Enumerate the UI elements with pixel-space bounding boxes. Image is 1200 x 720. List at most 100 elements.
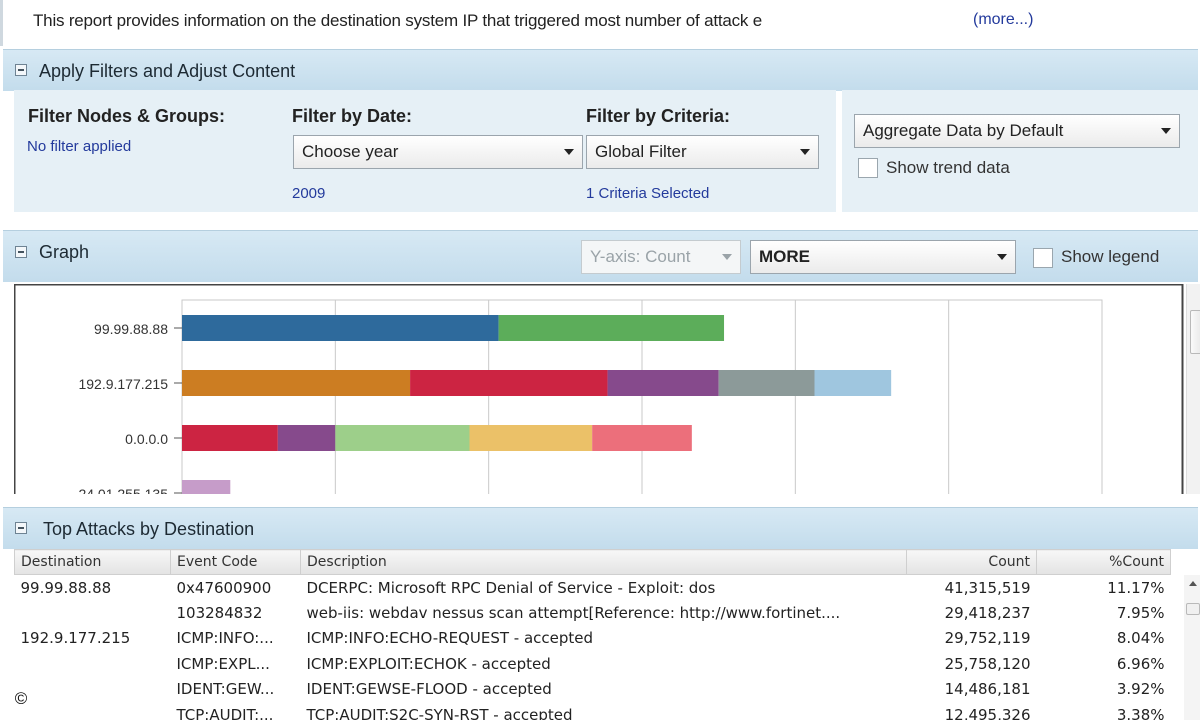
more-link[interactable]: (more...): [973, 11, 1033, 29]
filter-criteria-label: Filter by Criteria:: [586, 106, 731, 126]
cell-count: 12,495,326: [944, 705, 1031, 720]
bar-segment: [469, 425, 593, 451]
attacks-table: Destination Event Code Description Count…: [14, 549, 1171, 720]
chevron-down-icon: [722, 254, 732, 260]
column-header-count[interactable]: Count: [906, 549, 1037, 575]
table-scrollbar[interactable]: [1184, 575, 1200, 720]
chevron-down-icon: [800, 149, 810, 155]
cell-event-code: 0x47600900: [176, 578, 272, 597]
copyright-mark: ©: [10, 688, 32, 710]
y-tick-label: 24.01.255.135: [78, 486, 168, 494]
more-select[interactable]: MORE: [750, 240, 1016, 274]
cell-description: DCERPC: Microsoft RPC Denial of Service …: [306, 578, 716, 597]
yaxis-select-value: Y-axis: Count: [590, 247, 691, 266]
bar-segment: [182, 370, 411, 396]
cell-percent: 3.92%: [1116, 680, 1165, 699]
cell-count: 29,418,237: [944, 603, 1031, 622]
year-select[interactable]: Choose year: [293, 135, 583, 169]
graph-section-header[interactable]: Graph Y-axis: Count MORE Show legend: [3, 230, 1198, 282]
column-header-description[interactable]: Description: [300, 549, 907, 575]
scrollbar-thumb[interactable]: [1190, 310, 1200, 354]
column-header-event-code[interactable]: Event Code: [170, 549, 301, 575]
filter-nodes-value[interactable]: No filter applied: [27, 138, 131, 155]
collapse-icon[interactable]: [15, 64, 27, 76]
bar-segment: [182, 425, 278, 451]
cell-destination: 192.9.177.215: [20, 629, 131, 648]
cell-count: 14,486,181: [944, 680, 1031, 699]
table-section-header[interactable]: Top Attacks by Destination: [3, 507, 1198, 549]
filter-nodes-label: Filter Nodes & Groups:: [28, 106, 226, 126]
bar-segment: [592, 425, 692, 451]
show-trend-label: Show trend data: [886, 158, 1010, 177]
cell-event-code: TCP:AUDIT:...: [176, 705, 274, 720]
cell-destination: [15, 702, 171, 720]
criteria-select[interactable]: Global Filter: [586, 135, 819, 169]
cell-event-code: ICMP:EXPL...: [176, 654, 270, 673]
bar-segment: [498, 315, 725, 341]
cell-count: 29,752,119: [944, 629, 1031, 648]
chevron-down-icon: [1161, 128, 1171, 134]
bar-segment: [277, 425, 336, 451]
filters-section-title: Apply Filters and Adjust Content: [39, 61, 296, 81]
filter-panel: Filter Nodes & Groups: No filter applied…: [14, 90, 836, 212]
graph-scrollbar[interactable]: [1186, 284, 1200, 494]
show-legend-checkbox[interactable]: [1033, 248, 1053, 268]
filter-date-value[interactable]: 2009: [292, 185, 325, 202]
graph-section-title: Graph: [39, 242, 90, 262]
year-select-value: Choose year: [302, 142, 399, 161]
scroll-up-icon[interactable]: [1189, 581, 1197, 586]
bar-segment: [410, 370, 608, 396]
filter-criteria-value[interactable]: 1 Criteria Selected: [586, 185, 709, 202]
cell-destination: 99.99.88.88: [20, 578, 112, 597]
table-row[interactable]: 192.9.177.215 ICMP:INFO:... ICMP:INFO:EC…: [15, 626, 1171, 652]
y-tick-label: 99.99.88.88: [94, 321, 168, 337]
collapse-icon[interactable]: [15, 246, 27, 258]
table-row[interactable]: 99.99.88.88 0x47600900 DCERPC: Microsoft…: [15, 575, 1171, 601]
graph-panel: 99.99.88.88 192.9.177.215 0.0.0.0 24.01.255…: [14, 284, 1200, 494]
table-row[interactable]: TCP:AUDIT:... TCP:AUDIT:S2C-SYN-RST - ac…: [15, 702, 1171, 720]
cell-description: ICMP:EXPLOIT:ECHOK - accepted: [306, 654, 551, 673]
cell-count: 41,315,519: [944, 578, 1031, 597]
bar-segment: [607, 370, 719, 396]
cell-event-code: 103284832: [176, 603, 263, 622]
aggregate-select-value: Aggregate Data by Default: [863, 121, 1064, 140]
criteria-select-value: Global Filter: [595, 142, 687, 161]
cell-destination: [15, 651, 171, 677]
column-header-percent-count[interactable]: %Count: [1036, 549, 1171, 575]
report-description: This report provides information on the …: [33, 11, 763, 30]
cell-count: 25,758,120: [944, 654, 1031, 673]
collapse-icon[interactable]: [15, 522, 27, 534]
bar-segment: [182, 480, 231, 494]
column-header-destination[interactable]: Destination: [14, 549, 171, 575]
aggregate-select[interactable]: Aggregate Data by Default: [854, 114, 1180, 148]
table-row[interactable]: IDENT:GEW... IDENT:GEWSE-FLOOD - accepte…: [15, 677, 1171, 703]
y-tick-label: 192.9.177.215: [78, 376, 168, 392]
cell-percent: 6.96%: [1116, 654, 1165, 673]
bar-segment: [718, 370, 815, 396]
more-select-value: MORE: [759, 247, 810, 266]
bar-chart: 99.99.88.88 192.9.177.215 0.0.0.0 24.01.255…: [14, 284, 1184, 494]
cell-destination: [15, 677, 171, 703]
cell-percent: 7.95%: [1116, 603, 1165, 622]
filters-section-header[interactable]: Apply Filters and Adjust Content: [3, 49, 1198, 91]
aggregate-panel: Aggregate Data by Default Show trend dat…: [842, 90, 1198, 212]
table-row[interactable]: ICMP:EXPL... ICMP:EXPLOIT:ECHOK - accept…: [15, 651, 1171, 677]
filter-date-label: Filter by Date:: [292, 106, 413, 126]
bar-segment: [814, 370, 892, 396]
attacks-table-panel: Destination Event Code Description Count…: [14, 549, 1200, 720]
table-header-row: Destination Event Code Description Count…: [14, 549, 1171, 575]
chevron-down-icon: [997, 254, 1007, 260]
cell-event-code: ICMP:INFO:...: [176, 629, 274, 648]
cell-destination: [15, 600, 171, 626]
cell-description: IDENT:GEWSE-FLOOD - accepted: [306, 680, 552, 699]
show-trend-checkbox[interactable]: [858, 158, 878, 178]
chevron-down-icon: [564, 149, 574, 155]
cell-event-code: IDENT:GEW...: [176, 680, 275, 699]
cell-percent: 11.17%: [1107, 578, 1165, 597]
table-row[interactable]: 103284832 web-iis: webdav nessus scan at…: [15, 600, 1171, 626]
scrollbar-thumb[interactable]: [1186, 603, 1200, 615]
bar-segment: [335, 425, 470, 451]
report-intro: This report provides information on the …: [0, 0, 1200, 46]
yaxis-select[interactable]: Y-axis: Count: [581, 240, 741, 274]
y-tick-label: 0.0.0.0: [125, 431, 168, 447]
